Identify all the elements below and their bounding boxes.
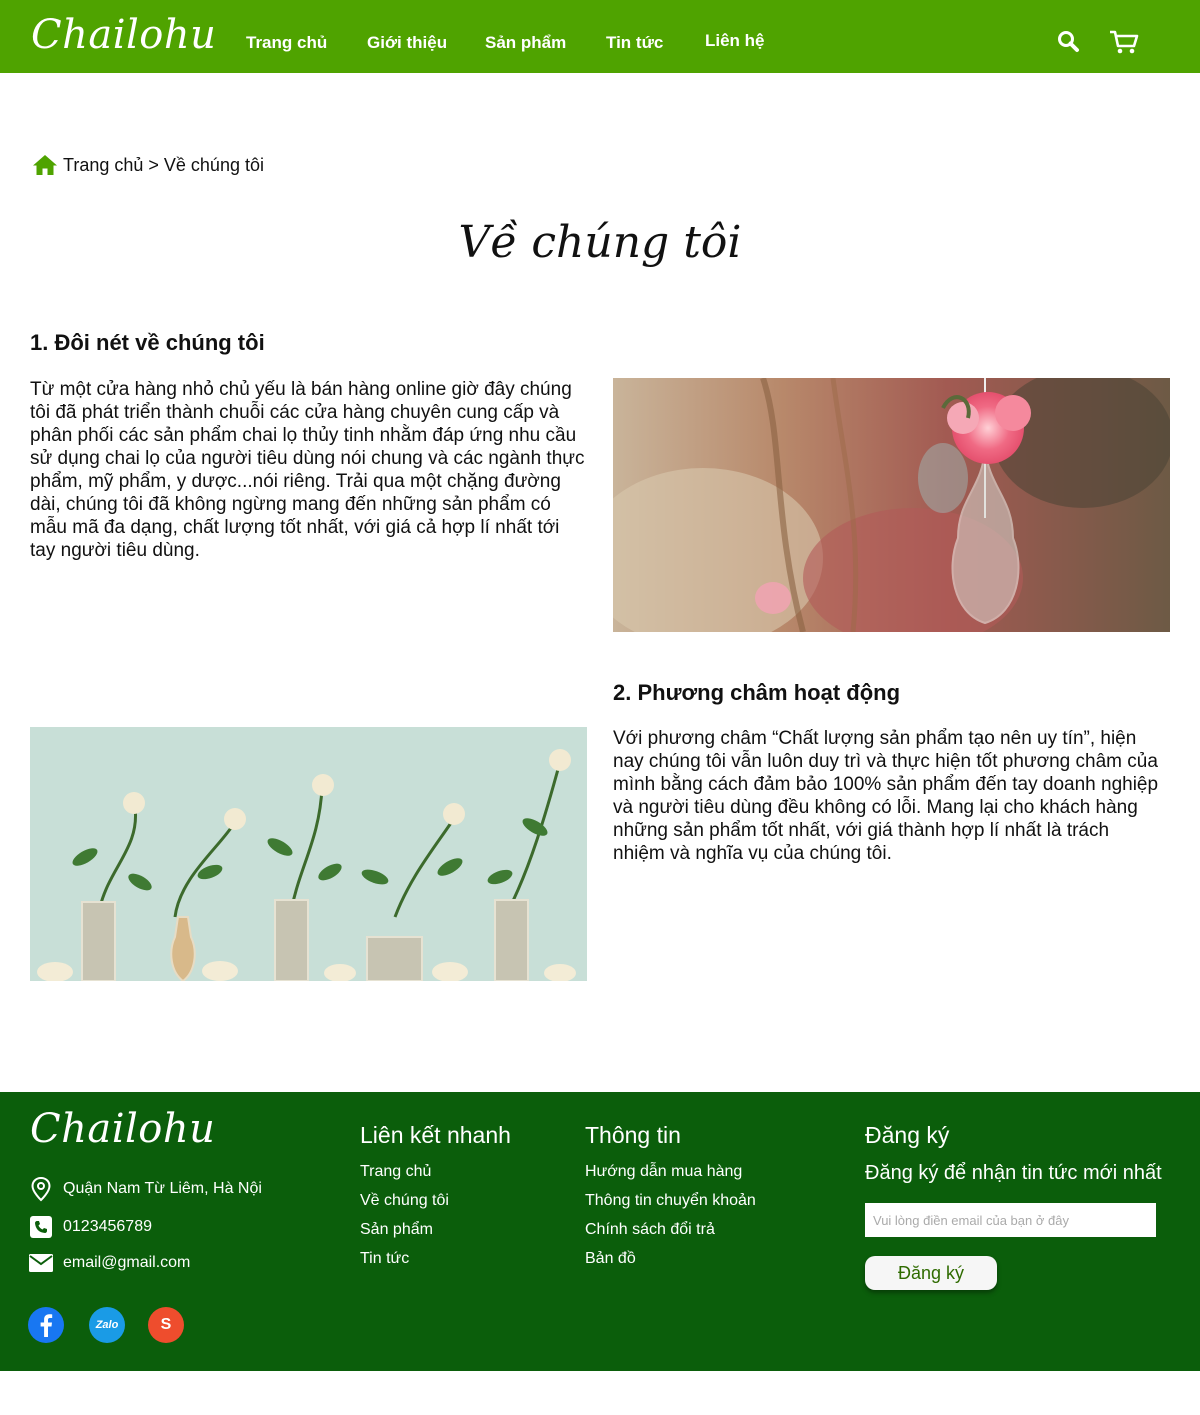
footer-link-transfer[interactable]: Thông tin chuyển khoản bbox=[585, 1192, 756, 1210]
location-icon bbox=[28, 1176, 54, 1202]
footer-logo[interactable]: Chailohu bbox=[30, 1106, 215, 1152]
section-about-title: 1. Đôi nét về chúng tôi bbox=[30, 330, 265, 355]
section-about-text: Từ một cửa hàng nhỏ chủ yếu là bán hàng … bbox=[30, 379, 585, 561]
footer-email: email@gmail.com bbox=[28, 1250, 190, 1276]
section-mission-title: 2. Phương châm hoạt động bbox=[613, 680, 901, 705]
shopee-icon[interactable]: S bbox=[148, 1307, 184, 1343]
subscribe-email-input[interactable] bbox=[865, 1203, 1156, 1237]
facebook-icon[interactable] bbox=[28, 1307, 64, 1343]
nav-item-about[interactable]: Giới thiệu bbox=[367, 33, 447, 53]
breadcrumb-current: Về chúng tôi bbox=[163, 154, 264, 175]
info-title: Thông tin bbox=[585, 1122, 681, 1148]
subscribe-subtitle: Đăng ký để nhận tin tức mới nhất bbox=[865, 1162, 1162, 1184]
footer-link-products[interactable]: Sản phẩm bbox=[360, 1221, 433, 1239]
cart-icon[interactable] bbox=[1108, 28, 1140, 56]
footer-link-map[interactable]: Bản đồ bbox=[585, 1250, 636, 1268]
footer-link-guide[interactable]: Hướng dẫn mua hàng bbox=[585, 1163, 742, 1181]
mail-icon bbox=[28, 1250, 54, 1276]
page-title: Về chúng tôi bbox=[458, 217, 742, 268]
search-icon[interactable] bbox=[1056, 29, 1084, 57]
footer-link-return-policy[interactable]: Chính sách đổi trả bbox=[585, 1221, 715, 1239]
photo-hanging-vase bbox=[613, 378, 1170, 632]
section-mission-text: Với phương châm “Chất lượng sản phẩm tạo… bbox=[613, 728, 1159, 864]
quick-links-title: Liên kết nhanh bbox=[360, 1122, 511, 1148]
subscribe-title: Đăng ký bbox=[865, 1122, 950, 1148]
nav-item-contact[interactable]: Liên hệ bbox=[705, 31, 765, 51]
site-header: Chailohu Trang chủ Giới thiệu Sản phẩm T… bbox=[0, 0, 1200, 73]
nav-item-news[interactable]: Tin tức bbox=[606, 33, 663, 53]
site-logo[interactable]: Chailohu bbox=[31, 12, 216, 58]
footer-phone-text: 0123456789 bbox=[63, 1218, 152, 1235]
footer-address: Quận Nam Từ Liêm, Hà Nội bbox=[28, 1176, 262, 1202]
breadcrumb-separator: > bbox=[148, 154, 159, 175]
subscribe-button[interactable]: Đăng ký bbox=[865, 1256, 997, 1290]
zalo-icon[interactable]: Zalo bbox=[89, 1307, 125, 1343]
footer-phone: 0123456789 bbox=[28, 1214, 152, 1240]
nav-item-products[interactable]: Sản phẩm bbox=[485, 33, 566, 53]
photo-rose-vases bbox=[30, 727, 587, 981]
footer-link-news[interactable]: Tin tức bbox=[360, 1250, 409, 1268]
footer-link-home[interactable]: Trang chủ bbox=[360, 1163, 431, 1181]
footer-link-about[interactable]: Về chúng tôi bbox=[360, 1192, 449, 1210]
footer-address-text: Quận Nam Từ Liêm, Hà Nội bbox=[63, 1180, 262, 1197]
site-footer: Chailohu Quận Nam Từ Liêm, Hà Nội 012345… bbox=[0, 1092, 1200, 1371]
home-icon[interactable] bbox=[32, 154, 58, 176]
phone-icon bbox=[28, 1214, 54, 1240]
nav-item-home[interactable]: Trang chủ bbox=[246, 33, 327, 53]
breadcrumb: Trang chủ > Về chúng tôi bbox=[32, 153, 264, 177]
breadcrumb-home[interactable]: Trang chủ bbox=[63, 155, 143, 176]
footer-email-text: email@gmail.com bbox=[63, 1254, 191, 1271]
